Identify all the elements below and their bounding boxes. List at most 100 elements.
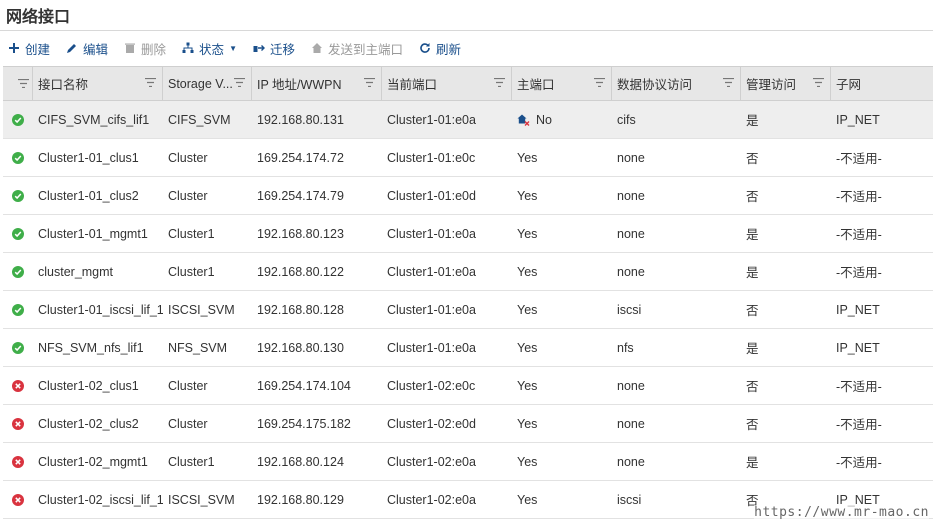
status-cell	[3, 101, 33, 138]
column-header-name[interactable]: 接口名称	[33, 67, 163, 100]
edit-label: 编辑	[83, 42, 109, 57]
cell-home-port: Yes	[512, 215, 612, 252]
filter-icon[interactable]	[723, 78, 734, 87]
home-port-value: Yes	[517, 264, 538, 279]
cell-ip-address: 169.254.174.104	[257, 378, 351, 393]
table-row[interactable]: Cluster1-02_clus1 Cluster 169.254.174.104 C…	[3, 367, 933, 405]
cell-data-protocol: iscsi	[617, 302, 642, 317]
table-row[interactable]: Cluster1-01_clus2 Cluster 169.254.174.79 Cl…	[3, 177, 933, 215]
cell-interface-name: Cluster1-01_clus2	[38, 188, 139, 203]
interfaces-table: 接口名称 Storage V... IP 地址/WWPN 当前端口 主端口 数据…	[3, 66, 933, 519]
cell-mgmt-access: 是	[746, 342, 759, 356]
cell-subnet: IP_NET	[836, 112, 880, 127]
send-home-label: 发送到主端口	[328, 42, 404, 57]
table-row[interactable]: NFS_SVM_nfs_lif1 NFS_SVM 192.168.80.130 Clu…	[3, 329, 933, 367]
column-header-label: 接口名称	[38, 78, 89, 92]
column-header-label: 子网	[836, 78, 862, 92]
status-cell	[3, 291, 33, 328]
cell-interface-name: CIFS_SVM_cifs_lif1	[38, 112, 150, 127]
cell-data-protocol: none	[617, 416, 645, 431]
cell-current-port: Cluster1-01:e0d	[387, 188, 476, 203]
cell-storage-vm: Cluster	[168, 150, 208, 165]
filter-icon[interactable]	[813, 78, 824, 87]
column-header-mgmt-access[interactable]: 管理访问	[741, 67, 831, 100]
column-header-home-port[interactable]: 主端口	[512, 67, 612, 100]
cell-ip-address: 192.168.80.130	[257, 340, 344, 355]
home-port-value: No	[536, 112, 552, 127]
cell-storage-vm: ISCSI_SVM	[168, 302, 235, 317]
cell-data-protocol: cifs	[617, 112, 636, 127]
column-header-data-protocol[interactable]: 数据协议访问	[612, 67, 741, 100]
column-header-subnet[interactable]: 子网	[831, 67, 933, 100]
cell-storage-vm: ISCSI_SVM	[168, 492, 235, 507]
cell-ip-address: 192.168.80.129	[257, 492, 344, 507]
table-body: CIFS_SVM_cifs_lif1 CIFS_SVM 192.168.80.131…	[3, 101, 933, 519]
edit-button[interactable]: 编辑	[66, 39, 108, 58]
cell-mgmt-access: 否	[746, 304, 759, 318]
create-button[interactable]: 创建	[8, 39, 50, 58]
filter-icon[interactable]	[234, 78, 245, 87]
cell-current-port: Cluster1-02:e0d	[387, 416, 476, 431]
delete-button[interactable]: 删除	[124, 39, 166, 58]
cell-ip-address: 192.168.80.128	[257, 302, 344, 317]
create-label: 创建	[25, 42, 51, 57]
cell-interface-name: cluster_mgmt	[38, 264, 114, 279]
cell-interface-name: Cluster1-02_clus1	[38, 378, 139, 393]
title-bar: 网络接口	[0, 0, 933, 31]
cell-current-port: Cluster1-01:e0a	[387, 226, 476, 241]
filter-icon[interactable]	[145, 78, 156, 87]
table-row[interactable]: cluster_mgmt Cluster1 192.168.80.122 Cluste…	[3, 253, 933, 291]
migrate-label: 迁移	[269, 42, 295, 57]
toolbar: 创建 编辑 删除 状态 ▼ 迁移 发送到主端口 刷新	[0, 31, 933, 65]
home-port-value: Yes	[517, 150, 538, 165]
migrate-icon	[253, 42, 265, 54]
cell-mgmt-access: 否	[746, 152, 759, 166]
cell-ip-address: 192.168.80.123	[257, 226, 344, 241]
cell-interface-name: Cluster1-01_clus1	[38, 150, 139, 165]
cell-subnet: -不适用-	[836, 380, 882, 394]
cell-current-port: Cluster1-01:e0a	[387, 112, 476, 127]
cell-interface-name: Cluster1-01_iscsi_lif_1	[38, 302, 163, 317]
plus-icon	[8, 42, 20, 54]
cell-home-port: Yes	[512, 405, 612, 442]
watermark: https://www.mr-mao.cn	[754, 505, 929, 520]
trash-icon	[124, 42, 136, 54]
table-header: 接口名称 Storage V... IP 地址/WWPN 当前端口 主端口 数据…	[3, 66, 933, 101]
delete-label: 删除	[141, 42, 167, 57]
status-label: 状态	[199, 42, 225, 57]
table-row[interactable]: Cluster1-02_mgmt1 Cluster1 192.168.80.124 C…	[3, 443, 933, 481]
table-row[interactable]: Cluster1-02_clus2 Cluster 169.254.175.182 C…	[3, 405, 933, 443]
refresh-icon	[419, 42, 431, 54]
column-header-ip[interactable]: IP 地址/WWPN	[252, 67, 382, 100]
cell-interface-name: NFS_SVM_nfs_lif1	[38, 340, 144, 355]
column-filter-status[interactable]	[3, 67, 33, 100]
table-row[interactable]: Cluster1-01_mgmt1 Cluster1 192.168.80.123 C…	[3, 215, 933, 253]
status-ok-icon	[12, 303, 24, 316]
status-ok-icon	[12, 265, 24, 278]
table-row[interactable]: Cluster1-01_iscsi_lif_1 ISCSI_SVM 192.168.…	[3, 291, 933, 329]
home-port-value: Yes	[517, 302, 538, 317]
table-row[interactable]: CIFS_SVM_cifs_lif1 CIFS_SVM 192.168.80.131…	[3, 101, 933, 139]
send-home-button[interactable]: 发送到主端口	[311, 39, 403, 58]
column-header-current-port[interactable]: 当前端口	[382, 67, 512, 100]
network-status-icon	[182, 42, 194, 54]
status-cell	[3, 367, 33, 404]
column-header-storage-vm[interactable]: Storage V...	[163, 67, 252, 100]
filter-icon[interactable]	[494, 78, 505, 87]
cell-current-port: Cluster1-01:e0a	[387, 302, 476, 317]
cell-subnet: -不适用-	[836, 190, 882, 204]
filter-icon[interactable]	[364, 78, 375, 87]
page-title: 网络接口	[6, 9, 71, 26]
home-port-value: Yes	[517, 226, 538, 241]
cell-storage-vm: CIFS_SVM	[168, 112, 231, 127]
pencil-icon	[66, 42, 78, 54]
cell-ip-address: 192.168.80.124	[257, 454, 344, 469]
status-dropdown[interactable]: 状态 ▼	[182, 39, 237, 58]
refresh-button[interactable]: 刷新	[419, 39, 461, 58]
status-cell	[3, 253, 33, 290]
filter-icon[interactable]	[594, 78, 605, 87]
cell-mgmt-access: 是	[746, 114, 759, 128]
cell-ip-address: 169.254.174.79	[257, 188, 344, 203]
migrate-button[interactable]: 迁移	[253, 39, 295, 58]
table-row[interactable]: Cluster1-01_clus1 Cluster 169.254.174.72 Cl…	[3, 139, 933, 177]
